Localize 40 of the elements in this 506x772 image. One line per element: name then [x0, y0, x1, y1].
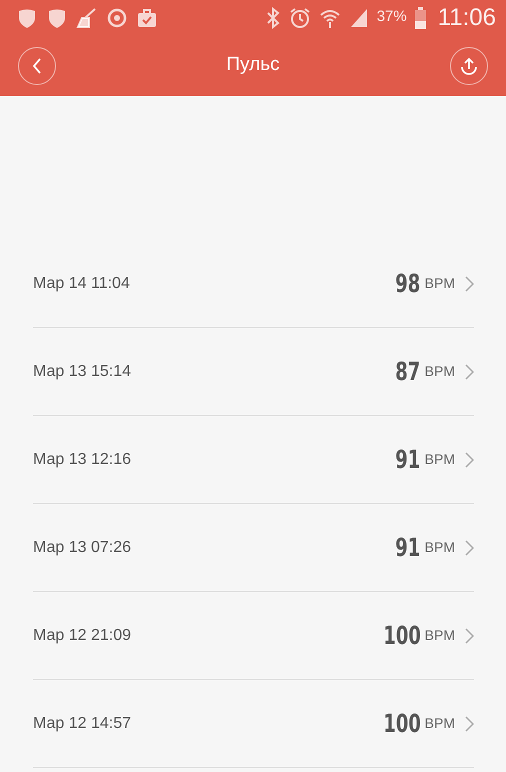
record-date: Мар 13 15:14 [33, 362, 132, 382]
chevron-icon [465, 628, 474, 644]
signal-icon [348, 6, 369, 28]
upload-icon [458, 56, 479, 76]
chevron-icon [465, 364, 474, 380]
unit-label: BPM [424, 450, 455, 469]
alarm-icon [288, 6, 311, 28]
unit-label: BPM [424, 274, 455, 293]
record-date: Мар 12 14:57 [33, 714, 132, 734]
record-date: Мар 12 21:09 [33, 626, 132, 646]
broom-icon [76, 6, 98, 28]
back-icon [32, 58, 42, 74]
record-date: Мар 14 11:04 [33, 274, 131, 294]
unit-label: BPM [424, 538, 455, 557]
battery-icon [414, 6, 426, 28]
battery-percent: 37% [376, 7, 407, 28]
target-icon [106, 6, 128, 28]
bluetooth-icon [264, 6, 281, 28]
unit-label: BPM [424, 362, 455, 381]
share-button[interactable] [450, 46, 488, 84]
chevron-icon [465, 716, 474, 732]
shield-icon [16, 6, 38, 28]
heart-rate-value: 98 [396, 268, 421, 300]
briefcase-icon [136, 6, 158, 28]
unit-label: BPM [424, 626, 455, 645]
unit-label: BPM [424, 714, 455, 733]
heart-rate-value: 100 [383, 620, 421, 652]
shield-icon [46, 6, 68, 28]
chevron-icon [465, 540, 474, 556]
chevron-icon [465, 452, 474, 468]
heart-rate-value: 87 [396, 356, 421, 388]
back-button[interactable] [18, 46, 56, 84]
record-date: Мар 13 12:16 [33, 450, 132, 470]
heart-rate-value: 91 [396, 444, 421, 476]
heart-rate-value: 91 [396, 532, 421, 564]
record-date: Мар 13 07:26 [33, 538, 132, 558]
heart-rate-value: 100 [383, 708, 421, 740]
clock: 11:06 [438, 6, 496, 30]
chevron-icon [465, 276, 474, 292]
screen-title: Пульс [226, 53, 280, 78]
